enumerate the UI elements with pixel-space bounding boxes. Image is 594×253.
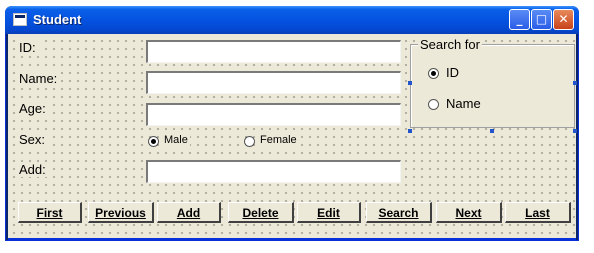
search-for-frame: Search for ID Name: [410, 37, 575, 128]
search-id-label: ID: [444, 65, 461, 80]
selection-handle[interactable]: [573, 129, 577, 133]
male-radio[interactable]: [148, 136, 159, 147]
name-label: Name:: [17, 71, 61, 86]
student-window: Student _ □ ✕ ID: Name: Age: Sex: Male F…: [5, 6, 579, 241]
minimize-icon: _: [516, 12, 523, 26]
close-icon: ✕: [558, 12, 569, 26]
search-button[interactable]: Search: [366, 202, 432, 223]
first-button[interactable]: First: [18, 202, 82, 223]
sex-label: Sex:: [17, 132, 49, 147]
search-id-radio[interactable]: [428, 68, 439, 79]
previous-button[interactable]: Previous: [88, 202, 154, 223]
selection-handle[interactable]: [573, 81, 577, 85]
male-radio-label: Male: [162, 134, 190, 146]
selection-handle[interactable]: [490, 129, 494, 133]
maximize-icon: □: [535, 12, 548, 26]
minimize-button[interactable]: _: [509, 9, 530, 30]
id-label: ID:: [17, 40, 39, 55]
delete-button[interactable]: Delete: [228, 202, 294, 223]
female-radio[interactable]: [244, 136, 255, 147]
add-button[interactable]: Add: [157, 202, 221, 223]
form-client-area: ID: Name: Age: Sex: Male Female Add: Sea…: [8, 34, 577, 238]
search-name-label: Name: [444, 96, 483, 111]
age-field[interactable]: [146, 103, 401, 126]
window-bottom-border: [8, 238, 576, 241]
window-title: Student: [33, 12, 82, 27]
title-bar[interactable]: Student _ □ ✕: [5, 6, 579, 34]
maximize-button[interactable]: □: [531, 9, 552, 30]
next-button[interactable]: Next: [436, 202, 502, 223]
name-field[interactable]: [146, 71, 401, 94]
age-label: Age:: [17, 101, 49, 116]
id-field[interactable]: [146, 40, 401, 63]
search-for-title: Search for: [418, 37, 482, 52]
address-field[interactable]: [146, 160, 401, 183]
edit-button[interactable]: Edit: [297, 202, 361, 223]
search-name-radio[interactable]: [428, 99, 439, 110]
female-radio-label: Female: [258, 134, 299, 146]
form-icon: [13, 13, 27, 26]
close-button[interactable]: ✕: [553, 9, 574, 30]
address-label: Add:: [17, 162, 49, 177]
selection-handle[interactable]: [408, 129, 412, 133]
last-button[interactable]: Last: [505, 202, 571, 223]
selection-handle[interactable]: [408, 81, 412, 85]
